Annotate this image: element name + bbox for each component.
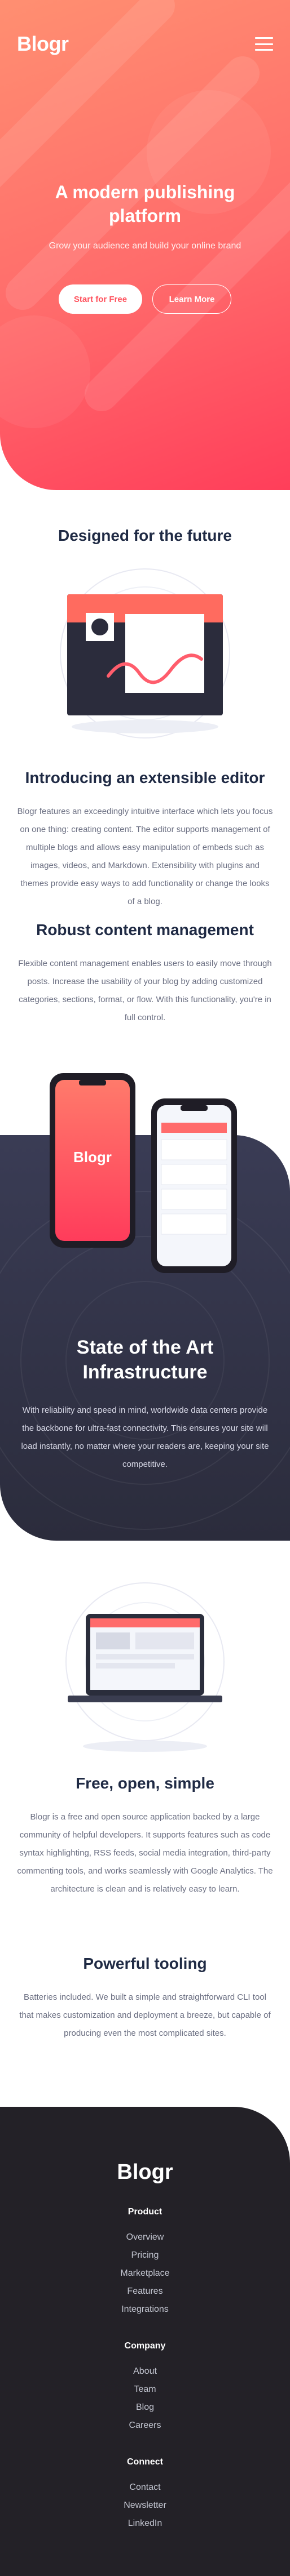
- hero-buttons: Start for Free Learn More: [0, 284, 290, 314]
- feature-tooling: Powerful tooling Batteries included. We …: [17, 1955, 273, 2043]
- footer-column-heading: Connect: [127, 2457, 163, 2467]
- hamburger-line: [255, 37, 273, 39]
- feature-title: Robust content management: [36, 921, 254, 938]
- feature-title: Free, open, simple: [76, 1774, 214, 1792]
- top-nav: Blogr: [17, 27, 273, 61]
- feature-content-management: Robust content management Flexible conte…: [17, 921, 273, 1027]
- start-for-free-button[interactable]: Start for Free: [59, 284, 142, 314]
- feature-body: Batteries included. We built a simple an…: [19, 1992, 271, 2038]
- footer-link-features[interactable]: Features: [0, 2283, 290, 2301]
- footer-link-integrations[interactable]: Integrations: [0, 2301, 290, 2319]
- footer-column-product: Product Overview Pricing Marketplace Fea…: [0, 2207, 290, 2319]
- feature-body: Blogr features an exceedingly intuitive …: [17, 807, 273, 906]
- footer-link-newsletter[interactable]: Newsletter: [0, 2497, 290, 2515]
- editor-illustration: [60, 568, 230, 738]
- footer-column-company: Company About Team Blog Careers: [0, 2341, 290, 2435]
- hamburger-menu-icon[interactable]: [255, 37, 273, 51]
- feature-free-open: Free, open, simple Blogr is a free and o…: [17, 1774, 273, 1898]
- footer-link-overview[interactable]: Overview: [0, 2228, 290, 2246]
- infra-text: State of the Art Infrastructure With rel…: [17, 1335, 273, 1474]
- footer-column-heading: Product: [128, 2207, 162, 2217]
- footer-link-about[interactable]: About: [0, 2363, 290, 2381]
- hamburger-line: [255, 49, 273, 51]
- feature-title: Introducing an extensible editor: [25, 769, 265, 786]
- footer-logo[interactable]: Blogr: [0, 2160, 290, 2185]
- hero-section: Blogr A modern publishing platform Grow …: [0, 0, 290, 490]
- hamburger-line: [255, 43, 273, 45]
- feature-body: Blogr is a free and open source applicat…: [17, 1812, 273, 1894]
- logo[interactable]: Blogr: [17, 32, 69, 56]
- feature-body: Flexible content management enables user…: [18, 959, 272, 1022]
- footer-link-linkedin[interactable]: LinkedIn: [0, 2515, 290, 2533]
- footer-column-heading: Company: [124, 2341, 166, 2351]
- infra-title: State of the Art Infrastructure: [76, 1337, 214, 1383]
- hero-subtitle: Grow your audience and build your online…: [49, 241, 241, 251]
- footer-link-careers[interactable]: Careers: [0, 2417, 290, 2435]
- footer-link-contact[interactable]: Contact: [0, 2479, 290, 2497]
- feature-editor: Introducing an extensible editor Blogr f…: [17, 769, 273, 911]
- hero-text: A modern publishing platform Grow your a…: [0, 180, 290, 251]
- infra-body: With reliability and speed in mind, worl…: [21, 1405, 269, 1469]
- footer-link-pricing[interactable]: Pricing: [0, 2246, 290, 2264]
- phones-illustration: Blogr: [50, 1073, 237, 1273]
- phone-logo: Blogr: [73, 1149, 112, 1165]
- footer-link-team[interactable]: Team: [0, 2381, 290, 2399]
- footer-link-marketplace[interactable]: Marketplace: [0, 2264, 290, 2283]
- footer-column-connect: Connect Contact Newsletter LinkedIn: [0, 2457, 290, 2533]
- laptop-illustration: [65, 1582, 225, 1752]
- learn-more-button[interactable]: Learn More: [152, 284, 231, 314]
- hero-title: A modern publishing platform: [55, 182, 235, 226]
- footer: Blogr Product Overview Pricing Marketpla…: [0, 2107, 290, 2576]
- footer-link-blog[interactable]: Blog: [0, 2399, 290, 2417]
- designed-section-title: Designed for the future: [58, 527, 232, 544]
- feature-title: Powerful tooling: [83, 1955, 207, 1972]
